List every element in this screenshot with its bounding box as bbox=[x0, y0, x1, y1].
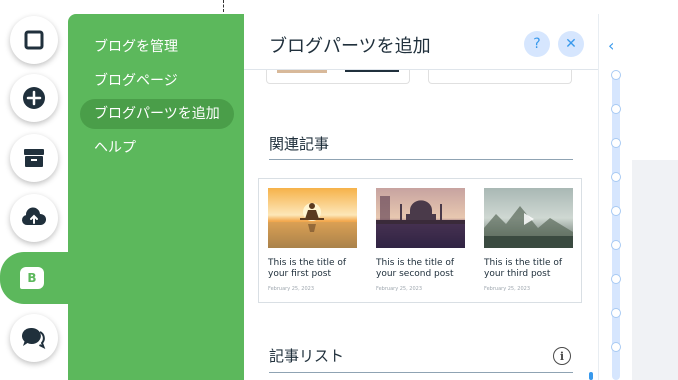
scroller-stop[interactable] bbox=[611, 274, 621, 284]
chat-icon bbox=[21, 326, 47, 350]
related-posts-widget[interactable]: This is the title of your first post Feb… bbox=[258, 178, 582, 303]
close-icon: ✕ bbox=[565, 36, 577, 52]
page-icon bbox=[23, 29, 45, 51]
media-upload-button[interactable] bbox=[10, 194, 58, 242]
post-title: This is the title of your third post bbox=[484, 258, 563, 279]
post-card: This is the title of your second post Fe… bbox=[376, 188, 466, 292]
info-icon[interactable]: i bbox=[553, 347, 571, 365]
chevron-left-icon[interactable]: ‹ bbox=[608, 36, 614, 55]
post-image bbox=[484, 188, 573, 248]
post-card: This is the title of your first post Feb… bbox=[268, 188, 358, 292]
post-title: This is the title of your second post bbox=[376, 258, 455, 279]
canvas-background bbox=[632, 160, 678, 380]
add-icon bbox=[22, 86, 46, 110]
chat-button[interactable] bbox=[10, 314, 58, 362]
blog-button[interactable]: B bbox=[8, 256, 56, 300]
store-icon bbox=[22, 146, 46, 170]
help-icon: ? bbox=[533, 36, 541, 52]
scroller-stop[interactable] bbox=[611, 138, 621, 148]
menu-item-manage-blog[interactable]: ブログを管理 bbox=[80, 32, 192, 62]
widget-card-partial[interactable] bbox=[428, 70, 572, 84]
add-blog-parts-panel: ブログパーツを追加 ? ✕ 関連記事 This is the title of … bbox=[244, 14, 598, 380]
scroller-stop[interactable] bbox=[611, 342, 621, 352]
close-button[interactable]: ✕ bbox=[558, 31, 584, 57]
scroller-stop[interactable] bbox=[611, 308, 621, 318]
add-elements-button[interactable] bbox=[10, 74, 58, 122]
menu-item-help[interactable]: ヘルプ bbox=[80, 133, 150, 163]
widget-card-partial[interactable] bbox=[266, 70, 410, 84]
menu-item-blog-pages[interactable]: ブログページ bbox=[80, 66, 192, 96]
section-divider bbox=[269, 159, 573, 160]
post-card: This is the title of your third post Feb… bbox=[484, 188, 574, 292]
section-title-post-list: 記事リスト bbox=[269, 347, 345, 365]
section-title-related-posts: 関連記事 bbox=[269, 135, 330, 153]
post-date: February 25, 2023 bbox=[376, 286, 423, 292]
pages-button[interactable] bbox=[10, 16, 58, 64]
app-market-button[interactable] bbox=[10, 134, 58, 182]
scroller-stop[interactable] bbox=[611, 172, 621, 182]
post-date: February 25, 2023 bbox=[484, 286, 531, 292]
post-title: This is the title of your first post bbox=[268, 258, 347, 279]
canvas-guide-line bbox=[223, 0, 224, 12]
panel-scrollbar[interactable] bbox=[589, 372, 593, 380]
upload-icon bbox=[21, 207, 47, 229]
scroller-stop[interactable] bbox=[611, 104, 621, 114]
scroller-stop[interactable] bbox=[611, 206, 621, 216]
scroller-stop[interactable] bbox=[611, 240, 621, 250]
panel-title: ブログパーツを追加 bbox=[269, 36, 431, 57]
editor-stage: B ブログを管理 ブログページ ブログパーツを追加 ヘルプ ブログパーツを追加 … bbox=[0, 0, 678, 380]
post-image bbox=[376, 188, 465, 248]
scroller-stop[interactable] bbox=[611, 70, 621, 80]
section-divider bbox=[269, 372, 573, 373]
post-date: February 25, 2023 bbox=[268, 286, 315, 292]
help-button[interactable]: ? bbox=[524, 31, 550, 57]
menu-item-add-blog-parts[interactable]: ブログパーツを追加 bbox=[80, 99, 234, 129]
post-image bbox=[268, 188, 357, 248]
blog-icon: B bbox=[20, 267, 44, 289]
scroller-track bbox=[612, 74, 620, 380]
